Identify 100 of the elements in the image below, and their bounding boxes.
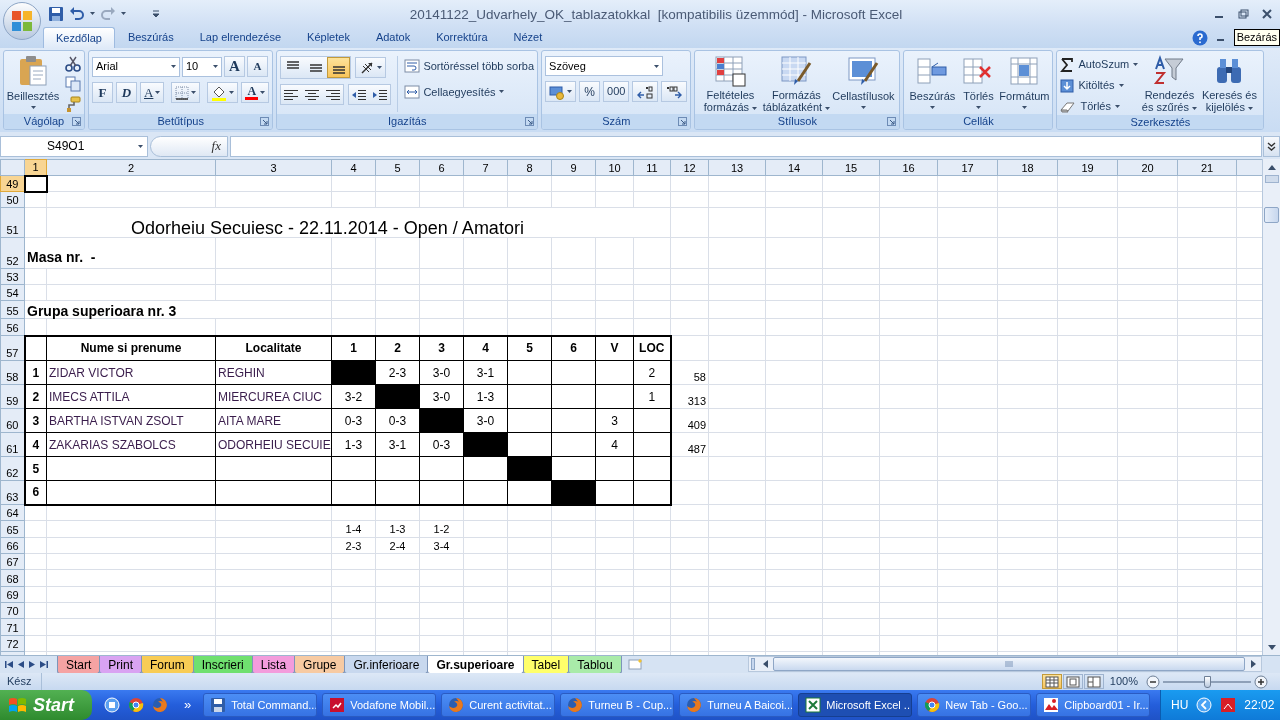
row-header[interactable]: 62 <box>0 456 25 481</box>
column-header[interactable]: 15 <box>822 159 880 176</box>
font-color-button[interactable]: A <box>241 82 270 103</box>
row-header[interactable]: 58 <box>0 360 25 385</box>
row-header[interactable]: 59 <box>0 384 25 409</box>
previous-sheet-icon[interactable] <box>18 660 24 668</box>
find-select-button[interactable]: Keresés és kijelölés <box>1198 54 1261 115</box>
slider-thumb[interactable] <box>1203 675 1211 688</box>
shrink-font-button[interactable]: A <box>247 56 268 77</box>
formula-input[interactable] <box>230 135 1262 157</box>
scroll-thumb[interactable] <box>1264 207 1279 223</box>
scroll-thumb[interactable] <box>773 657 1245 671</box>
format-as-table-button[interactable]: Formázás táblázatként <box>762 54 831 114</box>
language-indicator[interactable]: HU <box>1171 696 1189 714</box>
tray-app-icon[interactable] <box>1220 697 1237 713</box>
percent-button[interactable]: % <box>579 81 601 102</box>
zoom-slider[interactable] <box>1163 674 1251 689</box>
dialog-launcher-icon[interactable] <box>678 117 688 126</box>
scroll-right-icon[interactable] <box>1250 660 1256 668</box>
orientation-button[interactable] <box>355 57 387 78</box>
customize-toolbar-icon[interactable] <box>152 9 160 18</box>
last-sheet-icon[interactable] <box>40 660 48 668</box>
zoom-out-icon[interactable] <box>1146 674 1160 689</box>
scroll-down-icon[interactable] <box>1267 644 1276 650</box>
fill-button[interactable]: Kitöltés <box>1060 77 1141 94</box>
normal-view-button[interactable] <box>1041 674 1062 689</box>
taskbar-button[interactable]: New Tab - Goo... <box>917 693 1032 717</box>
sheet-tab[interactable]: Tablou <box>568 656 622 674</box>
column-header[interactable]: 1 <box>24 159 47 176</box>
column-header[interactable]: 4 <box>331 159 376 176</box>
column-header[interactable]: 18 <box>997 159 1058 176</box>
quick-launch-icon[interactable] <box>104 697 120 713</box>
insert-button[interactable]: Beszúrás <box>907 54 958 114</box>
column-header[interactable]: 13 <box>708 159 766 176</box>
browser-icon[interactable] <box>128 697 144 713</box>
ribbon-tab[interactable]: Képletek <box>294 27 363 48</box>
increase-decimal-button[interactable] <box>632 81 659 102</box>
decrease-decimal-button[interactable] <box>661 81 688 102</box>
save-icon[interactable] <box>48 5 64 22</box>
align-bottom-button[interactable] <box>327 57 351 78</box>
taskbar-button[interactable]: Vodafone Mobil... <box>322 693 437 717</box>
bold-button[interactable]: F <box>92 82 113 103</box>
vertical-scrollbar[interactable] <box>1262 159 1280 655</box>
thousands-button[interactable]: 000 <box>603 81 630 102</box>
taskbar-button[interactable]: Curent activitat... <box>441 693 556 717</box>
clear-button[interactable]: Törlés <box>1060 98 1141 115</box>
number-format-field[interactable]: Szöveg <box>545 56 664 76</box>
name-box[interactable]: S49O1 <box>0 135 148 157</box>
sheet-tab[interactable]: Lista <box>251 656 296 674</box>
first-sheet-icon[interactable] <box>5 660 13 668</box>
taskbar-button[interactable]: Clipboard01 - Ir... <box>1036 693 1151 717</box>
cell-styles-button[interactable]: Cellastílusok <box>830 54 897 114</box>
next-sheet-icon[interactable] <box>29 660 35 668</box>
dialog-launcher-icon[interactable] <box>887 117 897 126</box>
column-header[interactable]: 5 <box>375 159 420 176</box>
format-painter-icon[interactable] <box>65 96 81 112</box>
sort-filter-button[interactable]: Rendezés és szűrés <box>1140 54 1199 115</box>
autosum-button[interactable]: AutoSzum <box>1060 56 1141 73</box>
format-button[interactable]: Formátum <box>999 54 1050 114</box>
scroll-up-icon[interactable] <box>1267 164 1276 170</box>
sheet-tab[interactable]: Gr.inferioare <box>344 656 429 674</box>
column-header[interactable]: 21 <box>1177 159 1237 176</box>
column-header[interactable]: 3 <box>215 159 332 176</box>
sheet-tab[interactable]: Print <box>99 656 143 674</box>
column-header[interactable]: 14 <box>765 159 823 176</box>
taskbar-button[interactable]: Total Command... <box>203 693 318 717</box>
page-break-button[interactable] <box>1083 674 1104 689</box>
delete-button[interactable]: Törlés <box>957 54 1000 114</box>
page-layout-button[interactable] <box>1062 674 1083 689</box>
column-header[interactable]: 10 <box>595 159 634 176</box>
sheet-tab[interactable]: Tabel <box>522 656 570 674</box>
column-header[interactable]: 2 <box>46 159 216 176</box>
column-header[interactable]: 16 <box>879 159 938 176</box>
taskbar-button[interactable]: Turneu A Baicoi... <box>679 693 794 717</box>
ribbon-tab[interactable]: Lap elrendezése <box>186 27 295 48</box>
column-header[interactable]: 12 <box>670 159 709 176</box>
taskbar-button[interactable]: Microsoft Excel ... <box>798 693 913 717</box>
merge-button[interactable]: Cellaegyesítés <box>404 83 535 100</box>
column-header[interactable]: 11 <box>633 159 671 176</box>
italic-button[interactable]: D <box>116 82 137 103</box>
row-header[interactable]: 57 <box>0 335 25 361</box>
zoom-in-icon[interactable] <box>1254 674 1268 689</box>
ribbon-tab[interactable]: Adatok <box>362 27 424 48</box>
sheet-tab[interactable]: Inscrieri <box>192 656 253 674</box>
font-name-field[interactable]: Arial <box>92 56 180 77</box>
sheet-tab[interactable]: Grupe <box>294 656 346 674</box>
fill-color-button[interactable] <box>207 82 239 103</box>
sheet-tab[interactable]: Gr.superioare <box>427 656 524 674</box>
row-header[interactable]: 60 <box>0 408 25 433</box>
more-button[interactable]: » <box>184 695 192 715</box>
scroll-left-icon[interactable] <box>762 660 768 668</box>
column-header[interactable]: 17 <box>937 159 998 176</box>
borders-button[interactable] <box>171 82 201 103</box>
row-header[interactable]: 51 <box>0 207 25 238</box>
expand-icon[interactable] <box>1267 141 1276 151</box>
show-hidden-icon[interactable] <box>1196 697 1213 713</box>
dialog-launcher-icon[interactable] <box>260 117 270 126</box>
help-icon[interactable] <box>1191 29 1208 46</box>
column-header[interactable]: 6 <box>419 159 464 176</box>
currency-button[interactable] <box>545 81 577 102</box>
